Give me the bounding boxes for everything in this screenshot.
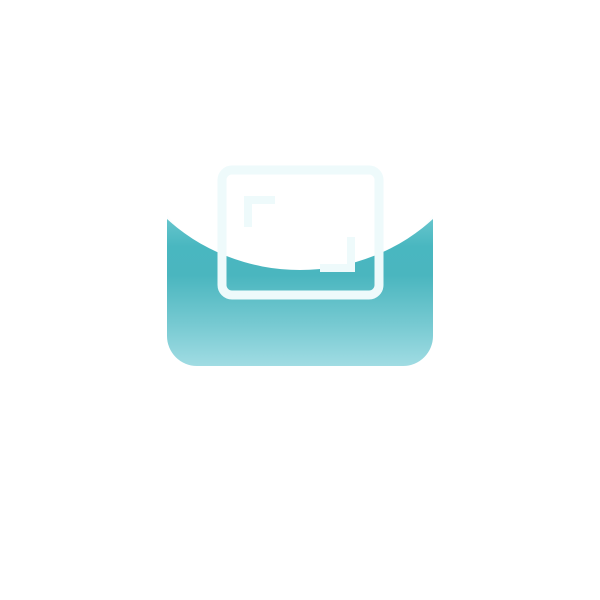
frame-outline xyxy=(217,165,384,300)
app-icon[interactable] xyxy=(167,100,433,366)
canvas xyxy=(0,0,600,600)
fullscreen-frame-icon xyxy=(217,165,384,300)
corner-top-left xyxy=(244,196,275,227)
corner-bottom-right xyxy=(320,237,355,272)
